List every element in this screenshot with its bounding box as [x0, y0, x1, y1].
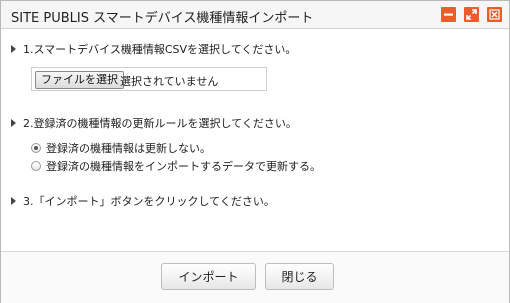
maximize-icon [466, 9, 477, 20]
triangle-bullet-icon [11, 197, 16, 205]
close-button[interactable] [487, 7, 502, 22]
step-2: 2.登録済の機種情報の更新ルールを選択してください。 [11, 115, 297, 131]
radio-option-no-update[interactable]: 登録済の機種情報は更新しない。 [31, 140, 211, 156]
choose-file-button[interactable]: ファイルを選択 [35, 71, 124, 89]
triangle-bullet-icon [11, 45, 16, 53]
step-3-text: 3.「インポート」ボタンをクリックしてください。 [23, 195, 275, 208]
maximize-button[interactable] [464, 7, 479, 22]
dialog-title: SITE PUBLIS スマートデバイス機種情報インポート [11, 11, 314, 26]
step-2-text: 2.登録済の機種情報の更新ルールを選択してください。 [23, 117, 297, 130]
minimize-button[interactable] [441, 7, 456, 22]
file-status-text: 選択されていません [120, 75, 219, 88]
close-icon [489, 9, 500, 20]
dialog-titlebar[interactable]: SITE PUBLIS スマートデバイス機種情報インポート [1, 1, 509, 29]
step-1: 1.スマートデバイス機種情報CSVを選択してください。 [11, 41, 296, 57]
triangle-bullet-icon [11, 119, 16, 127]
import-button[interactable]: インポート [161, 263, 256, 290]
radio-button[interactable] [31, 161, 41, 171]
file-picker: ファイルを選択 選択されていません [31, 67, 267, 91]
radio-label-update: 登録済の機種情報をインポートするデータで更新する。 [46, 160, 321, 173]
radio-label-no-update: 登録済の機種情報は更新しない。 [46, 142, 211, 155]
import-dialog: SITE PUBLIS スマートデバイス機種情報インポート 1.スマートデバイス… [0, 0, 510, 303]
close-dialog-button[interactable]: 閉じる [265, 263, 334, 290]
radio-button-checked[interactable] [31, 143, 41, 153]
step-1-text: 1.スマートデバイス機種情報CSVを選択してください。 [23, 43, 297, 56]
minimize-icon [444, 13, 453, 16]
dialog-body: 1.スマートデバイス機種情報CSVを選択してください。 ファイルを選択 選択され… [1, 29, 509, 251]
radio-option-update[interactable]: 登録済の機種情報をインポートするデータで更新する。 [31, 158, 321, 174]
dialog-footer: インポート 閉じる [1, 251, 509, 303]
step-3: 3.「インポート」ボタンをクリックしてください。 [11, 193, 275, 209]
